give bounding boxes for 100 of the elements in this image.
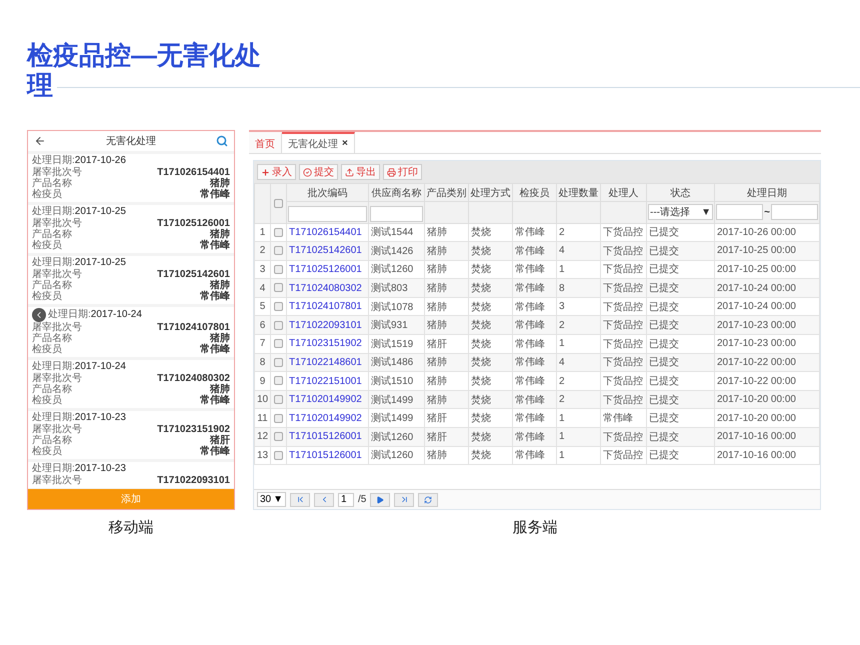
column-header: 检疫员 xyxy=(512,184,556,202)
table-cell: 已提交 xyxy=(646,334,714,354)
field-label: 屠宰批次号 xyxy=(32,373,82,384)
column-header: 处理数量 xyxy=(556,184,600,202)
column-header: 供应商名称 xyxy=(368,184,424,202)
row-number: 4 xyxy=(254,278,270,298)
table-cell: 已提交 xyxy=(646,428,714,446)
mobile-title: 无害化处理 xyxy=(106,134,156,148)
field-label: 产品名称 xyxy=(32,435,72,446)
record-card[interactable]: 处理日期:2017-10-23 屠宰批次号 T171022093101 xyxy=(28,462,234,488)
card-date: 处理日期:2017-10-25 xyxy=(32,206,126,218)
row-number: 12 xyxy=(254,428,270,446)
card-date: 处理日期:2017-10-23 xyxy=(32,463,126,474)
record-card[interactable]: 处理日期:2017-10-23 屠宰批次号 T171023151902 产品名称 猪肝 检疫员 常伟峰 xyxy=(28,411,234,459)
field-label: 检疫员 xyxy=(32,395,62,406)
column-header: 处理日期 xyxy=(714,184,820,202)
caption: 服务端 xyxy=(512,518,558,537)
table-cell: 2017-10-25 00:00 xyxy=(714,242,820,260)
field-label: 屠宰批次号 xyxy=(32,269,82,280)
table-cell: 下货品控 xyxy=(600,242,646,260)
table-cell: 1 xyxy=(556,334,600,354)
record-card[interactable]: 处理日期:2017-10-26 屠宰批次号 T171026154401 产品名称 猪肺 检疫员 常伟峰 xyxy=(28,154,234,202)
row-number: 13 xyxy=(254,446,270,465)
column-header: 状态 xyxy=(646,184,714,202)
record-card[interactable]: 处理日期:2017-10-25 屠宰批次号 T171025126001 产品名称 猪肺 检疫员 常伟峰 xyxy=(28,205,234,253)
field-value: 常伟峰 xyxy=(200,189,230,200)
table-cell: 测试1260 xyxy=(368,446,424,465)
field-value: T171024107801 xyxy=(157,322,230,333)
tab[interactable]: 首页 xyxy=(249,132,282,153)
field-value: 猪肝 xyxy=(210,435,230,446)
batch-link[interactable]: T171025142601 xyxy=(286,242,368,260)
card-date: 处理日期:2017-10-26 xyxy=(32,155,126,166)
toolbar-button[interactable]: 录入 xyxy=(257,164,296,180)
field-label: 屠宰批次号 xyxy=(32,322,82,333)
table-cell: 常伟峰 xyxy=(512,278,556,298)
batch-link[interactable]: T171024080302 xyxy=(286,278,368,298)
record-card[interactable]: 处理日期:2017-10-24 屠宰批次号 T171024107801 产品名称 猪肺 检疫员 常伟峰 xyxy=(28,307,234,357)
table-cell: 测试1510 xyxy=(368,372,424,390)
table-cell: 测试803 xyxy=(368,278,424,298)
field-label: 屠宰批次号 xyxy=(32,218,82,229)
table-cell: 已提交 xyxy=(646,372,714,390)
field-label: 屠宰批次号 xyxy=(32,167,82,178)
row-number: 7 xyxy=(254,334,270,354)
record-card[interactable]: 处理日期:2017-10-24 屠宰批次号 T171024080302 产品名称 猪肺 检疫员 常伟峰 xyxy=(28,360,234,408)
table-cell: 猪肝 xyxy=(424,428,468,446)
table-cell: 下货品控 xyxy=(600,428,646,446)
table-cell: 焚烧 xyxy=(468,278,512,298)
table-cell: 测试1260 xyxy=(368,428,424,446)
field-value: 猪肺 xyxy=(210,229,230,240)
table-cell: 测试1426 xyxy=(368,242,424,260)
field-label: 检疫员 xyxy=(32,446,62,457)
toolbar-button[interactable]: 打印 xyxy=(383,164,422,180)
table-cell: 2017-10-24 00:00 xyxy=(714,278,820,298)
table-cell: 下货品控 xyxy=(600,278,646,298)
table-cell: 猪肝 xyxy=(424,334,468,354)
table-cell: 测试1519 xyxy=(368,334,424,354)
field-value: 常伟峰 xyxy=(200,344,230,355)
field-label: 产品名称 xyxy=(32,333,72,344)
table-cell: 2017-10-16 00:00 xyxy=(714,446,820,465)
caption: 移动端 xyxy=(108,518,154,537)
page-size-select[interactable]: 30 ▼ xyxy=(257,492,286,507)
table-cell: 焚烧 xyxy=(468,428,512,446)
table-cell: 1 xyxy=(556,446,600,465)
field-value: 猪肺 xyxy=(210,178,230,189)
table-cell: 2017-10-22 00:00 xyxy=(714,372,820,390)
field-value: T171022093101 xyxy=(157,475,230,486)
table-cell: 2017-10-16 00:00 xyxy=(714,428,820,446)
batch-link[interactable]: T171022151001 xyxy=(286,372,368,390)
toolbar-button[interactable]: 提交 xyxy=(299,164,338,180)
field-value: 常伟峰 xyxy=(200,395,230,406)
field-label: 检疫员 xyxy=(32,189,62,200)
slide-title: 检疫品控—无害化处理 xyxy=(27,40,262,100)
row-number: 2 xyxy=(254,242,270,260)
column-header: 处理方式 xyxy=(468,184,512,202)
table-cell: 已提交 xyxy=(646,242,714,260)
table-cell: 常伟峰 xyxy=(512,242,556,260)
field-value: T171025142601 xyxy=(157,269,230,280)
table-cell: 常伟峰 xyxy=(512,446,556,465)
toolbar-button[interactable]: 导出 xyxy=(341,164,380,180)
status-select[interactable]: ---请选择 ▼ xyxy=(648,204,713,220)
table-cell: 4 xyxy=(556,242,600,260)
tab[interactable]: 无害化处理 × xyxy=(282,132,355,153)
field-value: 猪肺 xyxy=(210,333,230,344)
field-value: 常伟峰 xyxy=(200,240,230,251)
batch-link[interactable]: T171015126001 xyxy=(286,428,368,446)
table-cell: 猪肺 xyxy=(424,372,468,390)
table-cell: 猪肺 xyxy=(424,446,468,465)
record-card[interactable]: 处理日期:2017-10-25 屠宰批次号 T171025142601 产品名称 猪肺 检疫员 常伟峰 xyxy=(28,256,234,304)
batch-link[interactable]: T171023151902 xyxy=(286,334,368,354)
table-cell: 下货品控 xyxy=(600,446,646,465)
field-value: 常伟峰 xyxy=(200,291,230,302)
batch-link[interactable]: T171015126001 xyxy=(286,446,368,465)
field-value: 猪肺 xyxy=(210,280,230,291)
page-field[interactable]: 1 xyxy=(338,492,354,506)
table-cell: 2 xyxy=(556,372,600,390)
close-icon[interactable]: × xyxy=(342,138,348,149)
field-value: T171024080302 xyxy=(157,373,230,384)
card-date: 处理日期:2017-10-23 xyxy=(32,412,126,424)
field-label: 产品名称 xyxy=(32,178,72,189)
table-cell: 猪肺 xyxy=(424,242,468,260)
